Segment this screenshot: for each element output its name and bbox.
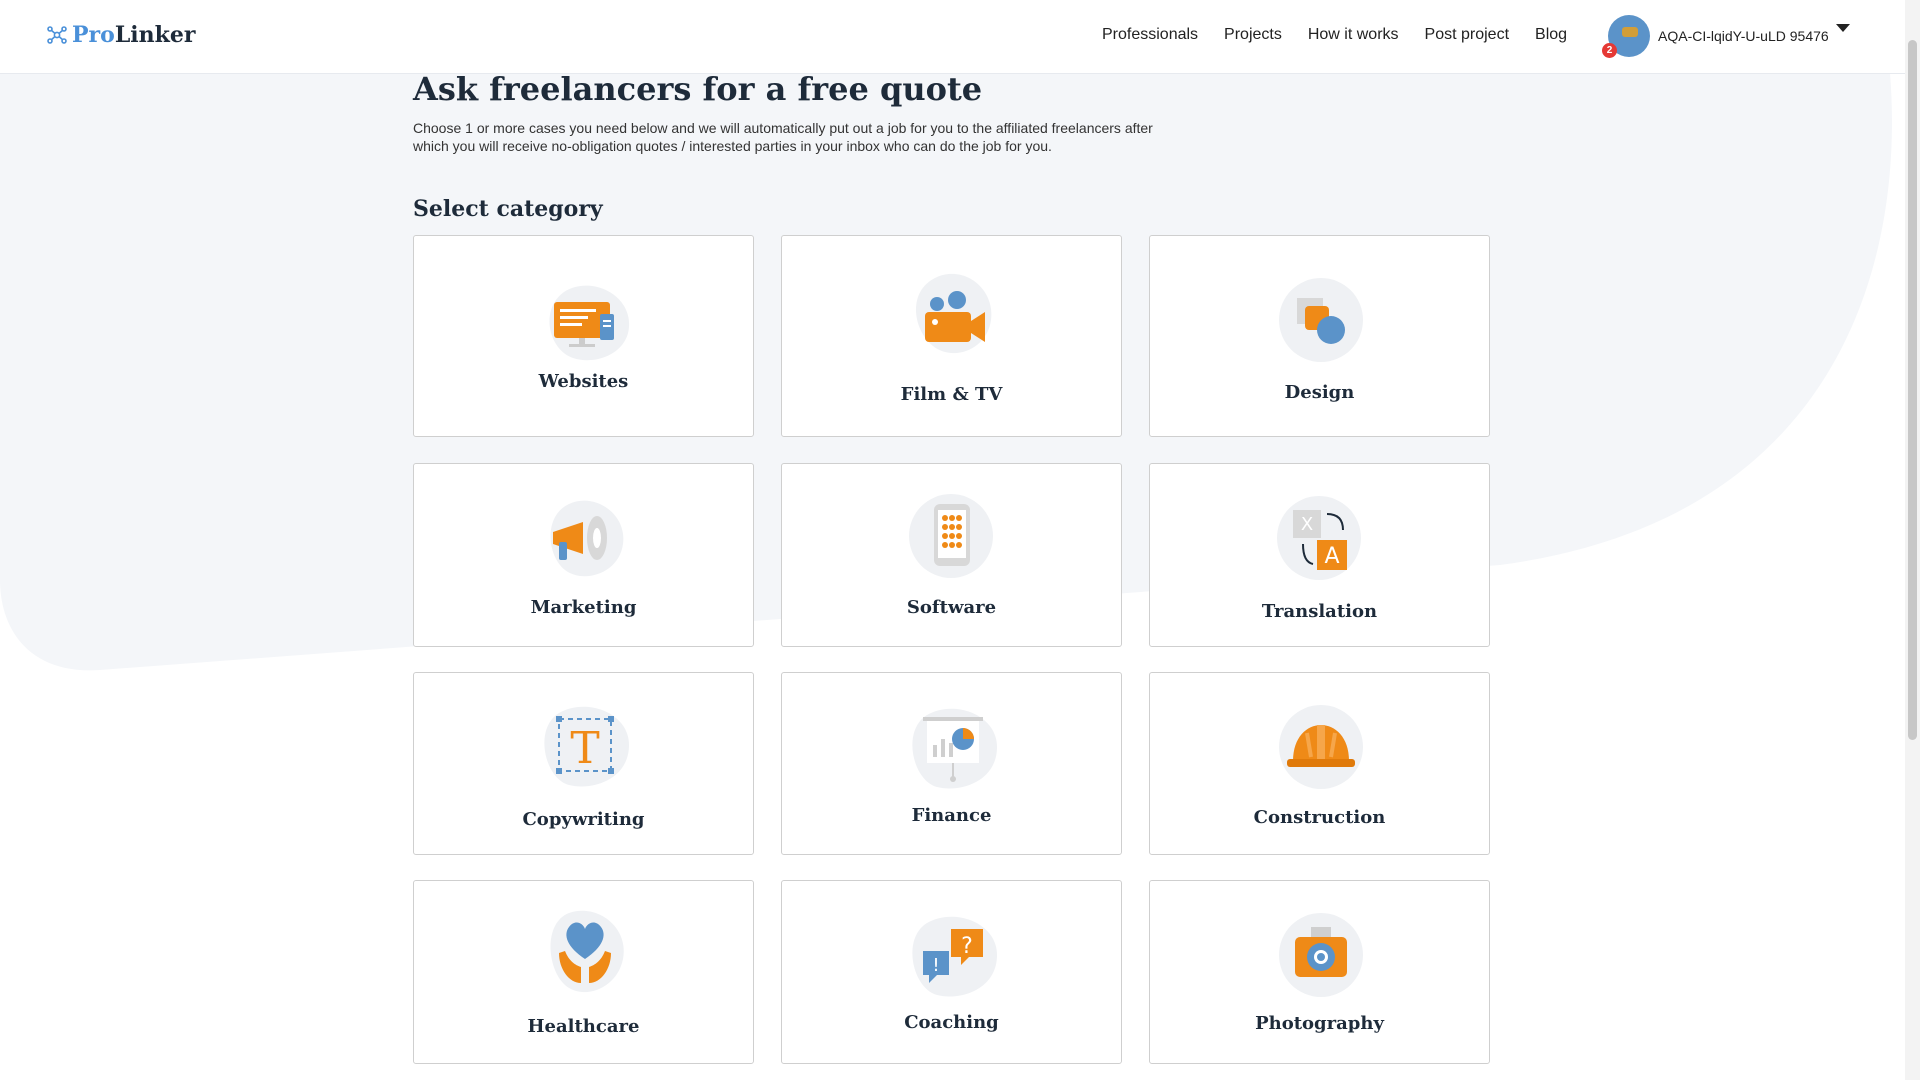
svg-text:X: X — [1300, 514, 1312, 535]
category-card-software[interactable]: Software — [781, 463, 1122, 647]
category-label: Film & TV — [900, 384, 1003, 405]
category-label: Translation — [1261, 601, 1378, 622]
category-card-copywriting[interactable]: T Copywriting — [413, 672, 754, 855]
translation-icon: X A — [1265, 492, 1375, 588]
category-label: Coaching — [904, 1012, 999, 1033]
svg-text:T: T — [570, 723, 599, 774]
scrollbar[interactable] — [1905, 0, 1920, 1080]
section-title: Select category — [413, 196, 603, 222]
nav-how-it-works[interactable]: How it works — [1308, 26, 1399, 44]
category-label: Copywriting — [522, 809, 645, 830]
category-card-photography[interactable]: Photography — [1149, 880, 1490, 1064]
logo-icon — [47, 26, 67, 44]
top-navbar: ProLinker Professionals Projects How it … — [0, 0, 1905, 74]
main-nav: Professionals Projects How it works Post… — [1102, 26, 1567, 44]
marketing-icon — [529, 492, 639, 588]
category-card-healthcare[interactable]: Healthcare — [413, 880, 754, 1064]
user-name: AQA-CI-lqidY-U-uLD 95476 — [1658, 28, 1829, 44]
category-label: Websites — [538, 371, 629, 392]
category-label: Construction — [1253, 807, 1386, 828]
copywriting-icon: T — [529, 699, 639, 795]
category-label: Healthcare — [527, 1016, 640, 1037]
notification-badge: 2 — [1602, 43, 1617, 58]
category-card-finance[interactable]: Finance — [781, 672, 1122, 855]
photography-icon — [1265, 909, 1375, 1005]
svg-text:?: ? — [961, 934, 973, 959]
category-label: Design — [1284, 382, 1355, 403]
category-label: Photography — [1255, 1013, 1384, 1034]
category-label: Software — [906, 597, 997, 618]
healthcare-icon — [529, 905, 639, 1001]
construction-icon — [1265, 701, 1375, 797]
category-card-construction[interactable]: Construction — [1149, 672, 1490, 855]
svg-text:A: A — [1324, 544, 1339, 569]
category-card-coaching[interactable]: ? ! Coaching — [781, 880, 1122, 1064]
category-card-film-tv[interactable]: Film & TV — [781, 235, 1122, 437]
finance-icon — [897, 701, 1007, 797]
user-menu[interactable]: AQA-CI-lqidY-U-uLD 95476 — [1608, 15, 1829, 57]
page-description: Choose 1 or more cases you need below an… — [413, 120, 1153, 154]
design-icon — [1265, 274, 1375, 370]
coaching-icon: ? ! — [897, 909, 1007, 1005]
chevron-down-icon[interactable] — [1836, 24, 1850, 32]
film-tv-icon — [897, 266, 1007, 362]
nav-blog[interactable]: Blog — [1535, 26, 1567, 44]
nav-professionals[interactable]: Professionals — [1102, 26, 1198, 44]
category-label: Marketing — [530, 597, 637, 618]
category-card-design[interactable]: Design — [1149, 235, 1490, 437]
category-label: Finance — [911, 805, 992, 826]
category-card-marketing[interactable]: Marketing — [413, 463, 754, 647]
software-icon — [897, 490, 1007, 586]
nav-projects[interactable]: Projects — [1224, 26, 1282, 44]
category-card-websites[interactable]: Websites — [413, 235, 754, 437]
svg-text:!: ! — [932, 955, 939, 976]
websites-icon — [529, 274, 639, 370]
nav-post-project[interactable]: Post project — [1425, 26, 1509, 44]
category-card-translation[interactable]: X A Translation — [1149, 463, 1490, 647]
page-title: Ask freelancers for a free quote — [413, 70, 983, 108]
logo[interactable]: ProLinker — [46, 22, 195, 48]
logo-text: ProLinker — [72, 22, 196, 48]
scrollbar-thumb[interactable] — [1908, 40, 1917, 740]
